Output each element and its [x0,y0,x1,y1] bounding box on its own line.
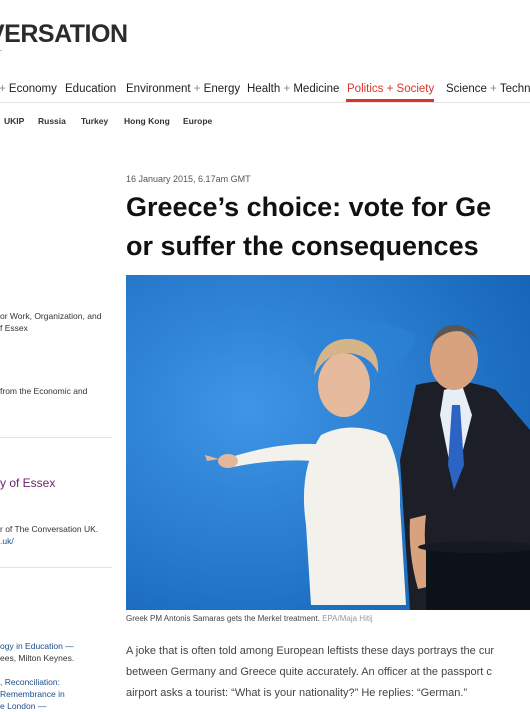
caption-text: Greek PM Antonis Samaras gets the Merkel… [126,614,320,623]
related-event-line[interactable]: e London — [0,700,65,712]
author-role: or Work, Organization, and f Essex [0,310,101,334]
article-headline: Greece’s choice: vote for Ge or suffer t… [126,188,491,266]
logo-tagline [0,50,2,55]
partner-link[interactable]: .uk/ [0,535,98,547]
section-nav: + Economy Education Environment + Energy… [0,74,530,103]
funding-disclosure: from the Economic and [0,385,87,397]
topic-link-hong-kong[interactable]: Hong Kong [124,116,170,126]
article-date: 16 January 2015, 6.17am GMT [126,174,251,184]
topic-link-turkey[interactable]: Turkey [81,116,108,126]
related-event-line[interactable]: Remembrance in [0,688,65,700]
sidebar-divider [0,567,112,568]
article-body: A joke that is often told among European… [126,641,530,704]
related-event-line[interactable]: ogy in Education — [0,640,74,652]
headline-line: Greece’s choice: vote for Ge [126,192,492,222]
body-line: airport asks a tourist: “What is your na… [126,687,468,699]
photo-caption: Greek PM Antonis Samaras gets the Merkel… [126,614,373,623]
photo-illustration [126,275,530,610]
nav-item-science-technology[interactable]: Science + Techno [446,83,530,95]
author-role-line: or Work, Organization, and [0,311,102,321]
topic-link-ukip[interactable]: UKIP [4,116,24,126]
related-event-line[interactable]: , Reconciliation: [0,676,65,688]
partner-note: r of The Conversation UK. .uk/ [0,523,98,547]
related-event[interactable]: ogy in Education — ees, Milton Keynes. [0,640,74,664]
sidebar-divider [0,437,112,438]
nav-item-environment-energy[interactable]: Environment + Energy [126,83,240,95]
nav-item-economy[interactable]: + Economy [0,83,57,95]
nav-item-education[interactable]: Education [65,83,116,95]
funding-line: from the Economic and [0,386,88,396]
body-line: A joke that is often told among European… [126,645,495,657]
photo-credit[interactable]: EPA/Maja Hitij [322,614,373,623]
site-logo[interactable]: VERSATION [0,20,128,49]
topic-link-russia[interactable]: Russia [38,116,66,126]
article-photo [126,275,530,610]
author-role-line: f Essex [0,323,28,333]
topic-link-europe[interactable]: Europe [183,116,212,126]
related-event-line: ees, Milton Keynes. [0,653,75,663]
partner-institution[interactable]: y of Essex [0,477,55,489]
partner-note-line: r of The Conversation UK. [0,524,99,534]
body-line: between Germany and Greece quite accurat… [126,666,492,678]
related-event[interactable]: , Reconciliation: Remembrance in e Londo… [0,676,65,712]
nav-item-health-medicine[interactable]: Health + Medicine [247,83,339,95]
headline-line: or suffer the consequences [126,231,479,261]
active-tab-indicator [346,99,434,102]
nav-item-politics-society[interactable]: Politics + Society [347,83,434,95]
